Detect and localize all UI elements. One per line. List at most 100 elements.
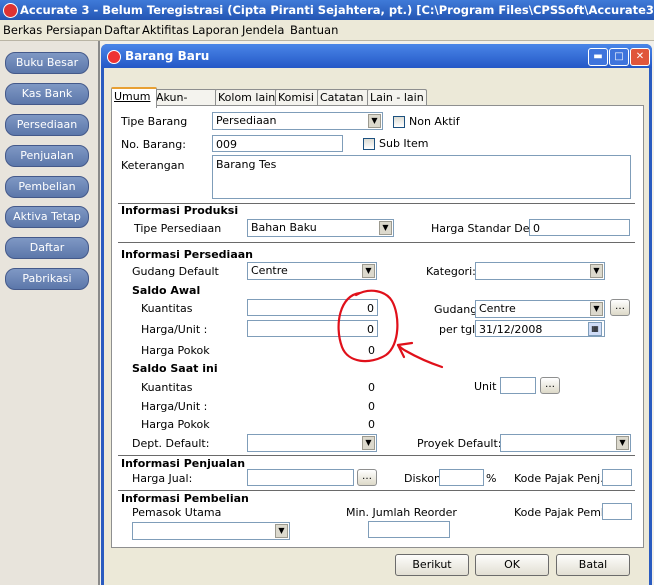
diskon-percent-label: % (486, 472, 497, 485)
harga-jual-input[interactable] (247, 469, 354, 486)
sidebar-item-daftar[interactable]: Daftar (5, 237, 89, 259)
harga-jual-lookup-button[interactable]: … (357, 469, 377, 486)
min-reorder-input[interactable] (368, 521, 450, 538)
gudang-lookup-button[interactable]: … (610, 299, 630, 316)
sidebar-item-pabrikasi[interactable]: Pabrikasi (5, 268, 89, 290)
window-title: Barang Baru (125, 49, 210, 63)
tipe-persediaan-select[interactable]: Bahan Baku ▼ (247, 219, 394, 237)
ok-button[interactable]: OK (475, 554, 549, 576)
harga-unit-label: Harga/Unit : (141, 323, 208, 336)
gudang-select[interactable]: Centre ▼ (475, 300, 605, 318)
divider (118, 490, 635, 491)
window-titlebar[interactable]: Barang Baru ▬ □ ✕ (101, 44, 652, 68)
divider (118, 242, 635, 243)
kode-pajak-penj-input[interactable] (602, 469, 632, 486)
tipe-persediaan-label: Tipe Persediaan (134, 222, 222, 235)
menu-bantuan[interactable]: Bantuan (290, 23, 338, 37)
sidebar-item-penjualan[interactable]: Penjualan (5, 145, 89, 167)
sub-item-label: Sub Item (379, 137, 429, 150)
non-aktif-checkbox[interactable] (393, 116, 405, 128)
informasi-penjualan-header: Informasi Penjualan (121, 457, 246, 470)
minimize-button[interactable]: ▬ (588, 48, 608, 66)
chevron-down-icon[interactable]: ▼ (590, 264, 603, 278)
unit-input[interactable] (500, 377, 536, 394)
menu-persiapan[interactable]: Persiapan (46, 23, 102, 37)
divider (118, 455, 635, 456)
menu-daftar[interactable]: Daftar (104, 23, 140, 37)
gudang-default-select[interactable]: Centre ▼ (247, 262, 377, 280)
non-aktif-label: Non Aktif (409, 115, 460, 128)
chevron-down-icon[interactable]: ▼ (362, 436, 375, 450)
harga-standar-label: Harga Standar Def. (431, 222, 537, 235)
ssi-kuantitas-label: Kuantitas (141, 381, 193, 394)
ssi-kuantitas-value: 0 (368, 381, 375, 394)
tipe-barang-value: Persediaan (216, 114, 277, 127)
unit-label: Unit (474, 380, 497, 393)
ssi-harga-pokok-label: Harga Pokok (141, 418, 210, 431)
maximize-button[interactable]: □ (609, 48, 629, 66)
sidebar: Buku Besar Kas Bank Persediaan Penjualan… (0, 41, 100, 585)
tipe-barang-select[interactable]: Persediaan ▼ (212, 112, 383, 130)
menu-bar: Berkas Persiapan Daftar Aktifitas Lapora… (0, 20, 654, 41)
ssi-harga-unit-value: 0 (368, 400, 375, 413)
saldo-saat-ini-header: Saldo Saat ini (132, 362, 218, 375)
ssi-harga-pokok-value: 0 (368, 418, 375, 431)
dept-default-select[interactable]: ▼ (247, 434, 377, 452)
gudang-value: Centre (479, 302, 516, 315)
menu-jendela[interactable]: Jendela (242, 23, 284, 37)
keterangan-label: Keterangan (121, 159, 185, 172)
sidebar-item-persediaan[interactable]: Persediaan (5, 114, 89, 136)
pemasok-utama-select[interactable]: ▼ (132, 522, 290, 540)
menu-laporan[interactable]: Laporan (192, 23, 239, 37)
sub-item-checkbox[interactable] (363, 138, 375, 150)
chevron-down-icon[interactable]: ▼ (590, 302, 603, 316)
proyek-default-select[interactable]: ▼ (500, 434, 631, 452)
tab-umum[interactable]: Umum (111, 87, 157, 108)
tab-akun-akun[interactable]: Akun-Akun (153, 89, 217, 120)
per-tgl-date-input[interactable]: 31/12/2008 ▦ (475, 320, 605, 337)
min-reorder-label: Min. Jumlah Reorder (346, 506, 457, 519)
no-barang-label: No. Barang: (121, 138, 186, 151)
tab-kolom-lain[interactable]: Kolom lain (215, 89, 279, 106)
kode-pajak-penj-label: Kode Pajak Penj.: (514, 472, 608, 485)
menu-aktifitas[interactable]: Aktifitas (142, 23, 189, 37)
dept-default-label: Dept. Default: (132, 437, 210, 450)
menu-berkas[interactable]: Berkas (3, 23, 42, 37)
informasi-pembelian-header: Informasi Pembelian (121, 492, 249, 505)
informasi-persediaan-header: Informasi Persediaan (121, 248, 253, 261)
sidebar-item-buku-besar[interactable]: Buku Besar (5, 52, 89, 74)
diskon-input[interactable] (439, 469, 484, 486)
ssi-harga-unit-label: Harga/Unit : (141, 400, 208, 413)
close-button[interactable]: ✕ (630, 48, 650, 66)
chevron-down-icon[interactable]: ▼ (379, 221, 392, 235)
batal-button[interactable]: Batal (556, 554, 630, 576)
per-tgl-value: 31/12/2008 (479, 323, 543, 336)
kategori-select[interactable]: ▼ (475, 262, 605, 280)
pemasok-utama-label: Pemasok Utama (132, 506, 222, 519)
calendar-icon[interactable]: ▦ (588, 322, 602, 336)
harga-jual-label: Harga Jual: (132, 472, 193, 485)
sidebar-item-kas-bank[interactable]: Kas Bank (5, 83, 89, 105)
keterangan-textarea[interactable]: Barang Tes (212, 155, 631, 199)
harga-pokok-label: Harga Pokok (141, 344, 210, 357)
harga-standar-input[interactable]: 0 (529, 219, 630, 236)
app-logo-icon (3, 3, 18, 18)
sidebar-item-pembelian[interactable]: Pembelian (5, 176, 89, 198)
chevron-down-icon[interactable]: ▼ (362, 264, 375, 278)
tipe-persediaan-value: Bahan Baku (251, 221, 317, 234)
unit-lookup-button[interactable]: … (540, 377, 560, 394)
informasi-produksi-header: Informasi Produksi (121, 204, 239, 217)
chevron-down-icon[interactable]: ▼ (275, 524, 288, 538)
kuantitas-label: Kuantitas (141, 302, 193, 315)
sidebar-item-aktiva-tetap[interactable]: Aktiva Tetap (5, 206, 89, 228)
no-barang-input[interactable]: 009 (212, 135, 343, 152)
tab-lain-lain[interactable]: Lain - lain (367, 89, 427, 106)
chevron-down-icon[interactable]: ▼ (616, 436, 629, 450)
kode-pajak-pemb-label: Kode Pajak Pemb. (514, 506, 612, 519)
berikut-button[interactable]: Berikut (395, 554, 469, 576)
chevron-down-icon[interactable]: ▼ (368, 114, 381, 128)
tab-komisi[interactable]: Komisi (275, 89, 321, 106)
proyek-default-label: Proyek Default: (417, 437, 502, 450)
kode-pajak-pemb-input[interactable] (602, 503, 632, 520)
tab-catatan[interactable]: Catatan (317, 89, 369, 106)
